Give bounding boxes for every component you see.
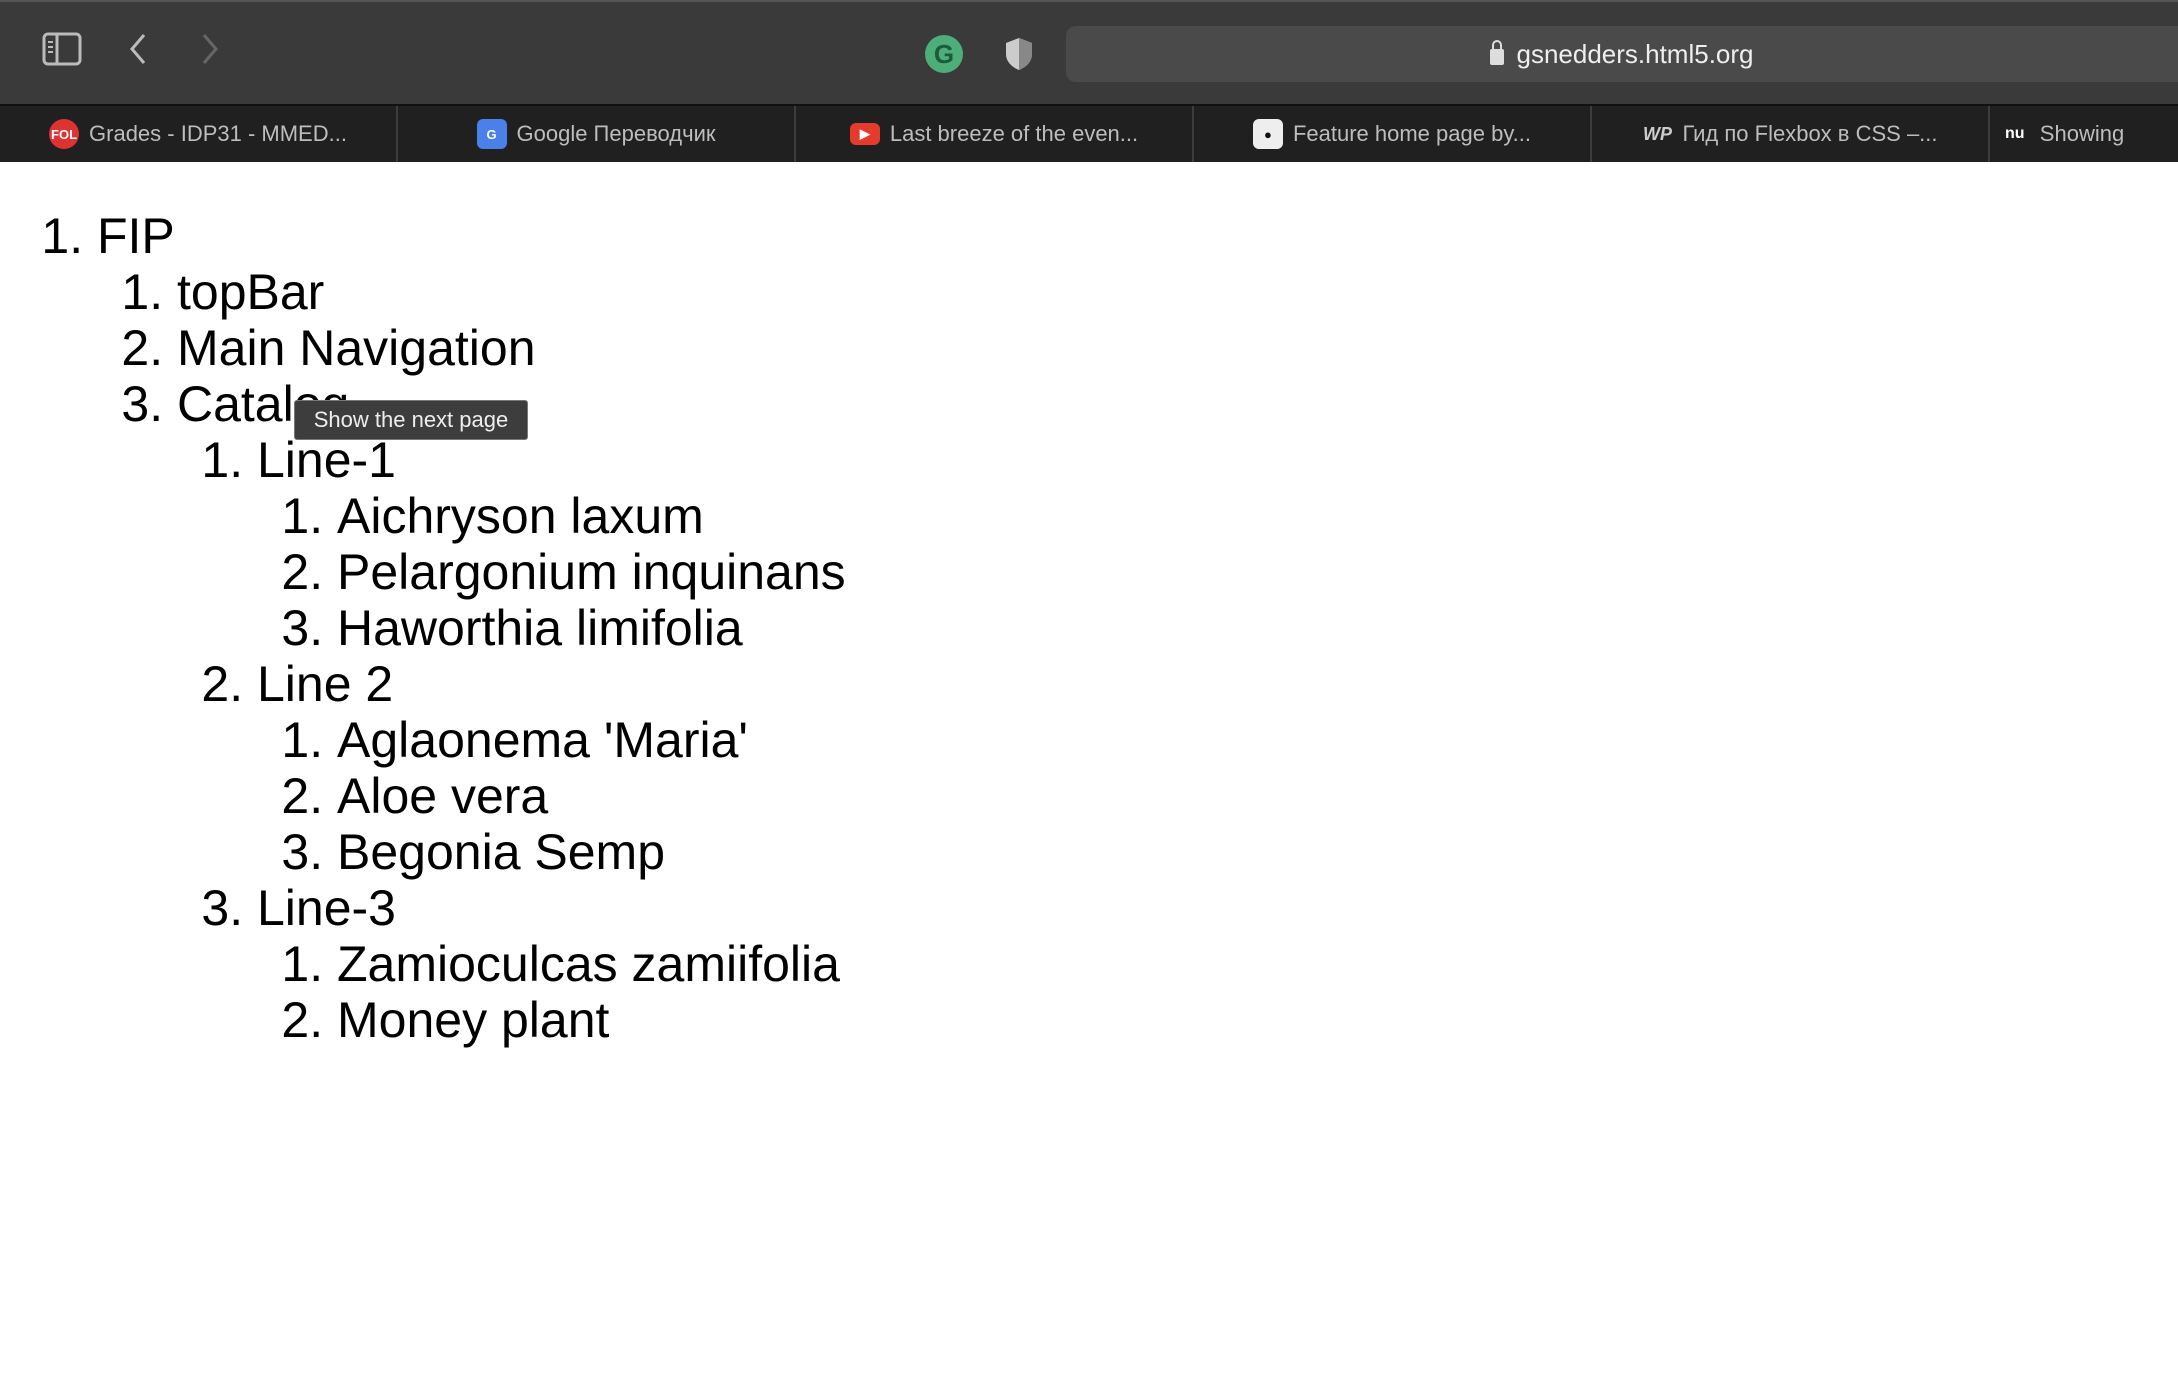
list-item: Aloe vera [337,768,2178,824]
tab-label: Google Переводчик [516,121,716,146]
tab-flexbox[interactable]: WP Гид по Flexbox в CSS –... [1592,106,1990,162]
tab-label: Гид по Flexbox в CSS –... [1682,121,1938,146]
tooltip: Show the next page [294,400,528,440]
back-icon[interactable] [128,32,148,66]
item-text: Haworthia limifolia [337,600,743,656]
address-bar[interactable]: gsnedders.html5.org [1066,26,2178,82]
outline-list: FIP topBar Main Navigation Catalog Line-… [0,208,2178,1048]
tab-label: Showing [2039,121,2125,146]
item-text: Aloe vera [337,768,549,824]
sidebar-toggle-icon[interactable] [42,32,82,66]
tab-google-translate[interactable]: G Google Переводчик [398,106,796,162]
browser-toolbar: G gsnedders.html5.org [0,0,2178,104]
tab-grades[interactable]: FOL Grades - IDP31 - MMED... [0,106,398,162]
list-item: Catalog Line-1 Aichryson laxum Pelargoni… [177,376,2178,1048]
wp-icon: WP [1642,123,1672,144]
list-item: Main Navigation [177,320,2178,376]
github-icon: ● [1252,119,1283,149]
item-text: Aichryson laxum [337,488,704,544]
list-item: Haworthia limifolia [337,600,2178,656]
grammarly-icon[interactable]: G [924,34,964,74]
svg-text:G: G [934,39,954,69]
tab-bar: FOL Grades - IDP31 - MMED... G Google Пере… [0,104,2178,162]
fol-icon: FOL [49,119,80,149]
tab-showing[interactable]: nu Showing [1990,106,2134,162]
item-text: topBar [177,264,325,320]
item-text: Money plant [337,992,610,1048]
forward-icon[interactable] [200,32,220,66]
list-item: Line 2 Aglaonema 'Maria' Aloe vera Begon… [257,656,2178,880]
list-item: topBar [177,264,2178,320]
tab-youtube[interactable]: ▶ Last breeze of the even... [796,106,1194,162]
list-item: FIP topBar Main Navigation Catalog Line-… [97,208,2178,1048]
list-item: Zamioculcas zamiifolia [337,936,2178,992]
item-text: Zamioculcas zamiifolia [337,936,840,992]
list-item: Line-1 Aichryson laxum Pelargonium inqui… [257,432,2178,656]
item-text: FIP [97,208,175,264]
list-item: Aglaonema 'Maria' [337,712,2178,768]
list-item: Aichryson laxum [337,488,2178,544]
item-text: Main Navigation [177,320,536,376]
item-text: Line-1 [257,432,396,488]
nu-icon: nu [2005,125,2025,142]
item-text: Begonia Semp [337,824,666,880]
tab-label: Feature home page by... [1292,121,1532,146]
tab-label: Grades - IDP31 - MMED... [89,121,347,146]
list-item: Money plant [337,992,2178,1048]
privacy-shield-icon[interactable] [1004,36,1034,72]
google-translate-icon: G [476,119,507,149]
item-text: Line-3 [257,880,396,936]
url-text: gsnedders.html5.org [1516,38,1754,69]
lock-icon [1490,40,1505,65]
list-item: Begonia Semp [337,824,2178,880]
youtube-icon: ▶ [849,123,880,145]
list-item: Pelargonium inquinans [337,544,2178,600]
item-text: Pelargonium inquinans [337,544,846,600]
item-text: Line 2 [257,656,394,712]
item-text: Aglaonema 'Maria' [337,712,748,768]
list-item: Line-3 Zamioculcas zamiifolia Money plan… [257,880,2178,1048]
tab-label: Last breeze of the even... [889,121,1139,146]
tab-github[interactable]: ● Feature home page by... [1194,106,1592,162]
